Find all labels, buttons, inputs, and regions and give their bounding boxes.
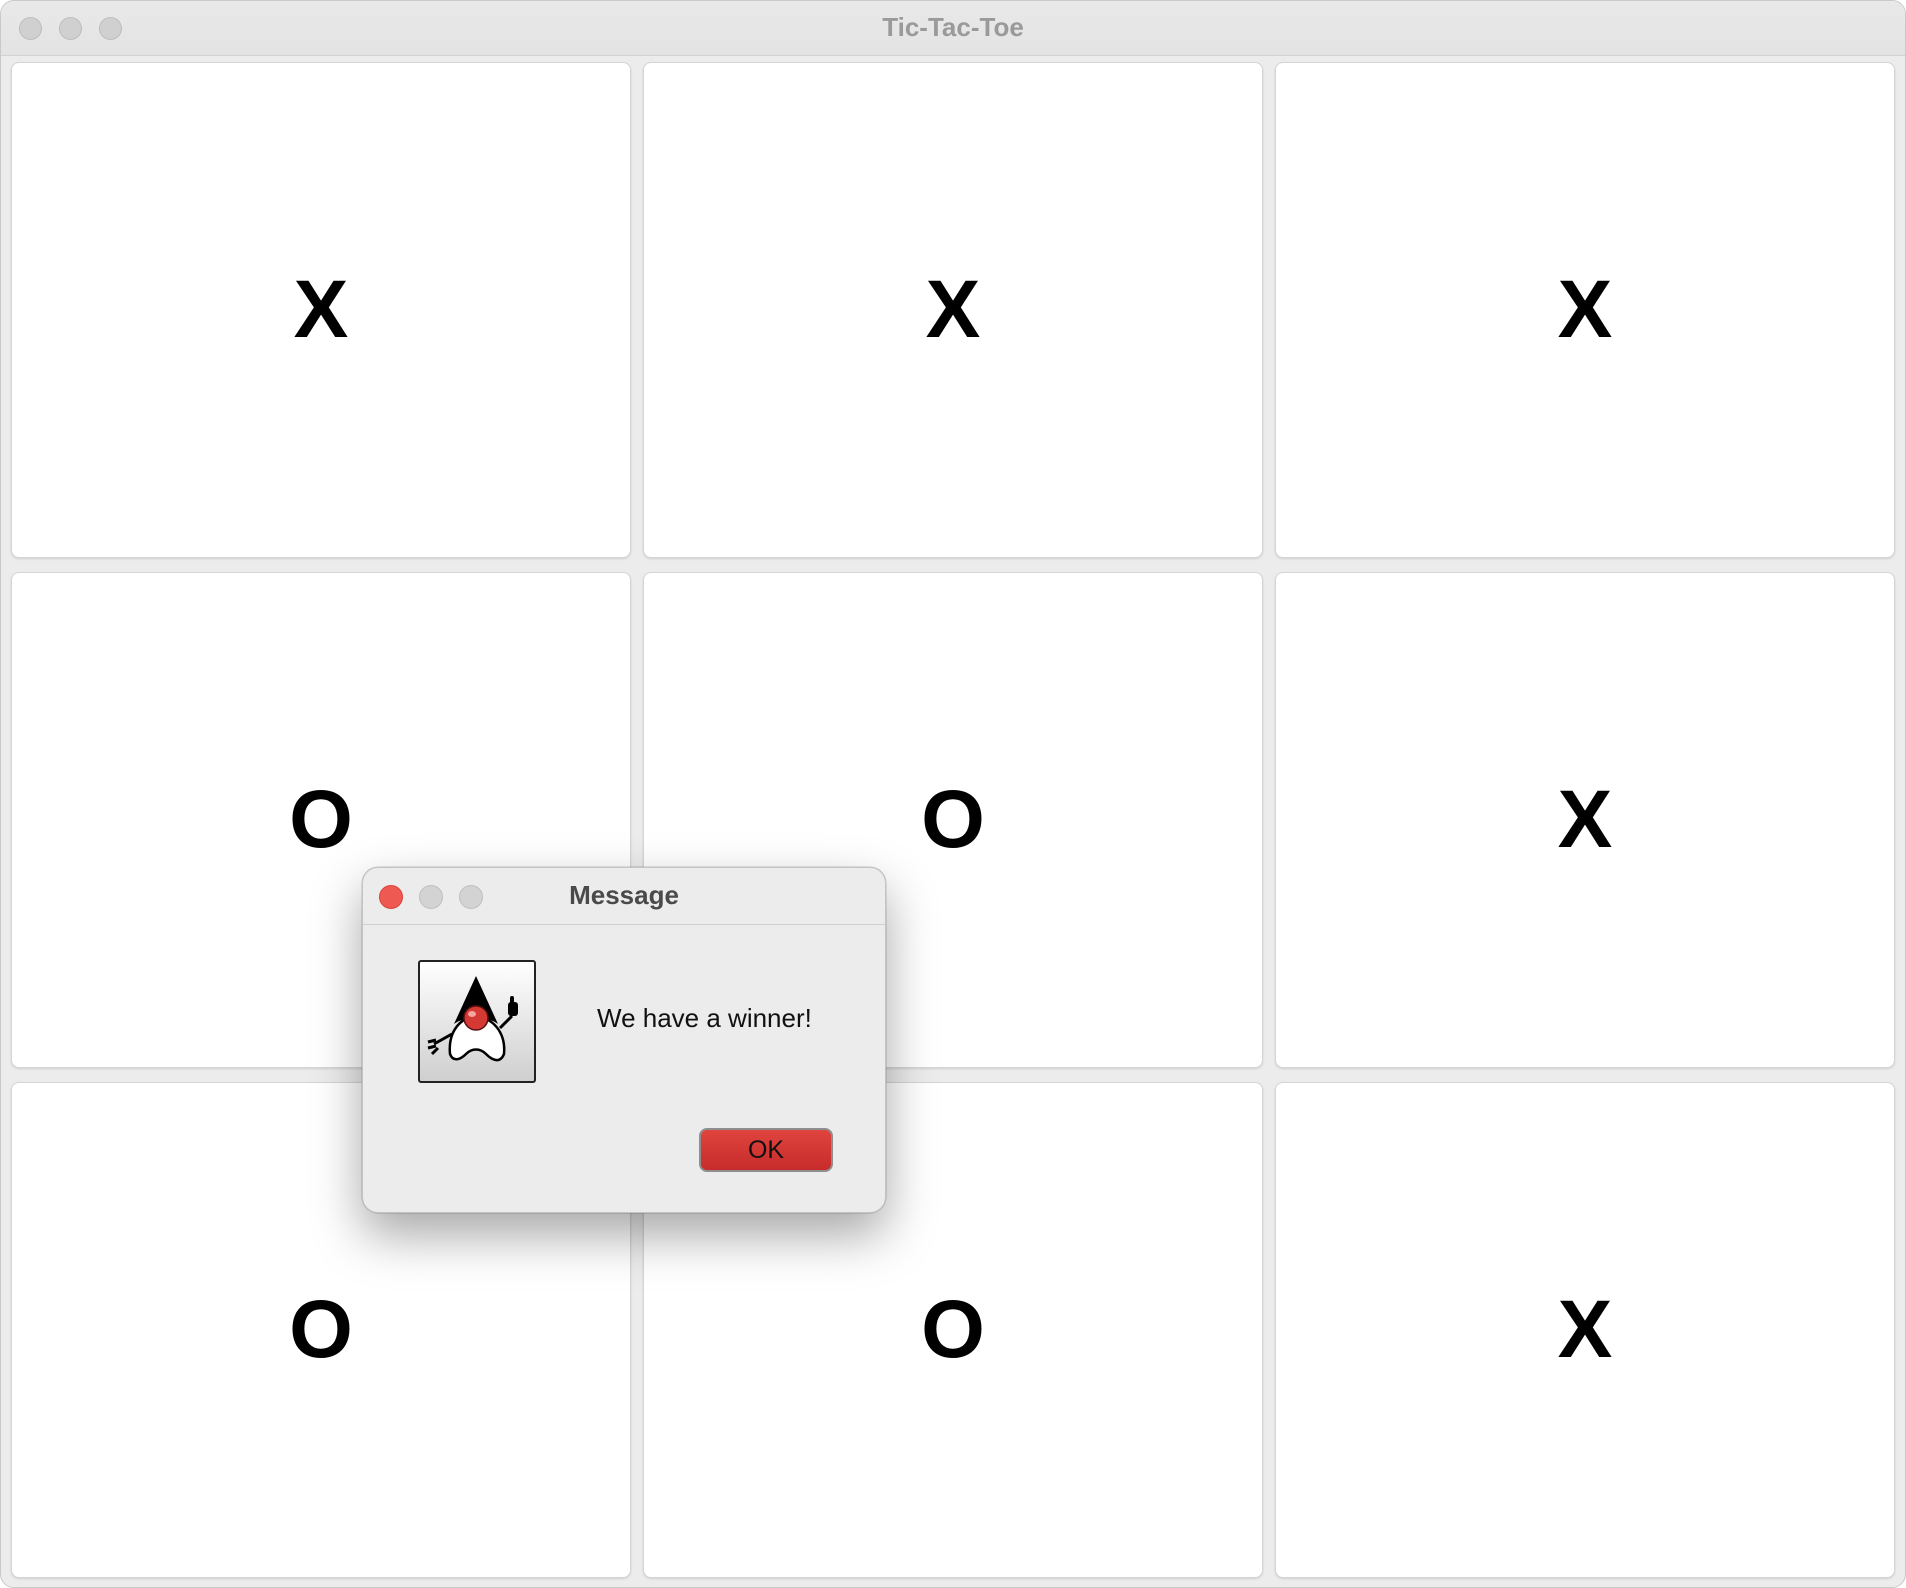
cell-mark: O [289,774,353,865]
window-title: Tic-Tac-Toe [882,12,1024,42]
cell-mark: X [1557,774,1613,865]
cell-mark: X [925,264,981,355]
cell-mark: O [921,774,985,865]
board-cell-1[interactable]: X [11,62,631,558]
dialog-title: Message [569,880,679,910]
board-cell-9[interactable]: X [1275,1082,1895,1578]
cell-mark: O [921,1284,985,1375]
cell-mark: X [1557,1284,1613,1375]
board-cell-3[interactable]: X [1275,62,1895,558]
board-cell-6[interactable]: X [1275,572,1895,1068]
cell-mark: X [1557,264,1613,355]
message-dialog: Message We have a winner! OK [362,867,886,1213]
dialog-titlebar[interactable]: Message [363,868,885,925]
ok-button[interactable]: OK [699,1128,833,1172]
main-window: Tic-Tac-Toe X X X O O X O O X [0,0,1906,1588]
java-duke-icon [418,960,536,1083]
cell-mark: X [293,264,349,355]
board-cell-2[interactable]: X [643,62,1263,558]
game-board: X X X O O X O O X [11,62,1897,1580]
message-text: We have a winner! [597,1003,812,1033]
window-titlebar[interactable]: Tic-Tac-Toe [1,1,1905,56]
cell-mark: O [289,1284,353,1375]
